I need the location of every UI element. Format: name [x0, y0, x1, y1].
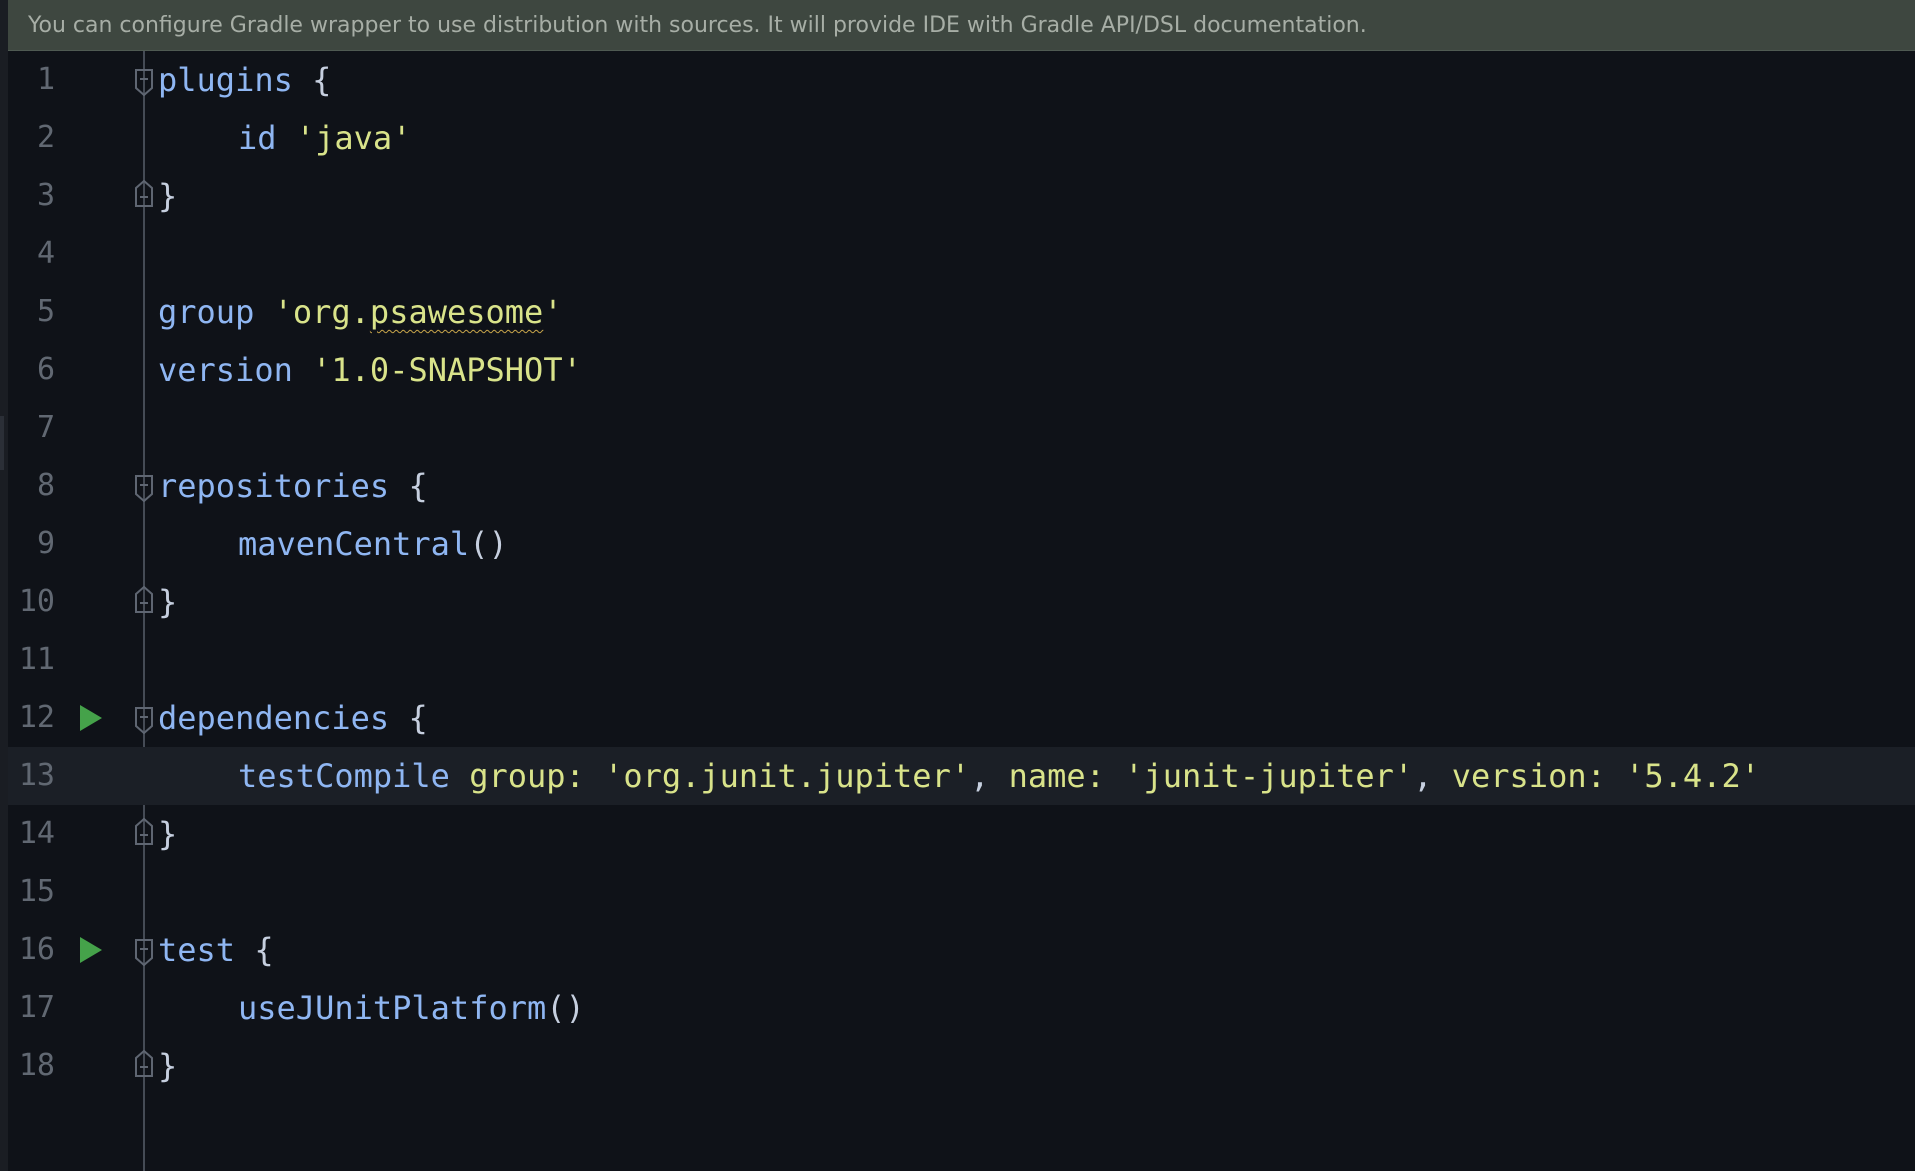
line-number: 15 [18, 874, 55, 909]
code-text: mavenCentral() [238, 525, 508, 563]
line-number: 8 [36, 468, 55, 503]
code-line-13-current[interactable]: 13 testCompile group: 'org.junit.jupiter… [8, 747, 1915, 805]
notification-text: You can configure Gradle wrapper to use … [28, 12, 1367, 38]
code-line-11[interactable]: 11 [8, 631, 1915, 689]
line-number: 2 [36, 120, 55, 155]
line-number: 9 [36, 526, 55, 561]
line-number: 18 [18, 1048, 55, 1083]
fold-end-icon[interactable] [134, 180, 154, 208]
code-line-18[interactable]: 18 } [8, 1037, 1915, 1095]
code-line-3[interactable]: 3 } [8, 167, 1915, 225]
line-number: 17 [18, 990, 55, 1025]
fold-collapse-icon[interactable] [134, 706, 154, 734]
line-number: 10 [18, 584, 55, 619]
code-line-2[interactable]: 2 id 'java' [8, 109, 1915, 167]
fold-end-icon[interactable] [134, 586, 154, 614]
code-text: useJUnitPlatform() [238, 989, 585, 1027]
code-editor[interactable]: 1 plugins { 2 id 'java' 3 } 4 5 group 'o… [8, 51, 1915, 1171]
code-text: } [158, 583, 178, 621]
code-line-16[interactable]: 16 test { [8, 921, 1915, 979]
code-line-15[interactable]: 15 [8, 863, 1915, 921]
left-tool-strip [0, 0, 8, 1171]
line-number: 3 [36, 178, 55, 213]
code-text: testCompile group: 'org.junit.jupiter', … [238, 757, 1760, 795]
gradle-wrapper-notification[interactable]: You can configure Gradle wrapper to use … [8, 0, 1915, 51]
code-line-12[interactable]: 12 dependencies { [8, 689, 1915, 747]
line-number: 5 [36, 294, 55, 329]
line-number: 6 [36, 352, 55, 387]
ide-screen: You can configure Gradle wrapper to use … [0, 0, 1915, 1171]
code-text: id 'java' [238, 119, 412, 157]
line-number: 16 [18, 932, 55, 967]
code-line-17[interactable]: 17 useJUnitPlatform() [8, 979, 1915, 1037]
code-text: } [158, 177, 178, 215]
run-play-icon[interactable] [80, 937, 102, 963]
fold-collapse-icon[interactable] [134, 68, 154, 96]
code-text: group 'org.psawesome' [158, 293, 563, 331]
line-number: 12 [18, 700, 55, 735]
code-text: test { [158, 931, 274, 969]
code-text: dependencies { [158, 699, 428, 737]
code-line-9[interactable]: 9 mavenCentral() [8, 515, 1915, 573]
code-line-7[interactable]: 7 [8, 399, 1915, 457]
fold-end-icon[interactable] [134, 818, 154, 846]
code-line-6[interactable]: 6 version '1.0-SNAPSHOT' [8, 341, 1915, 399]
run-play-icon[interactable] [80, 705, 102, 731]
code-line-10[interactable]: 10 } [8, 573, 1915, 631]
line-number: 1 [36, 62, 55, 97]
code-line-4[interactable]: 4 [8, 225, 1915, 283]
line-number: 4 [36, 236, 55, 271]
line-number: 14 [18, 816, 55, 851]
code-line-8[interactable]: 8 repositories { [8, 457, 1915, 515]
line-number: 13 [18, 758, 55, 793]
code-line-1[interactable]: 1 plugins { [8, 51, 1915, 109]
line-number: 11 [18, 642, 55, 677]
code-text: repositories { [158, 467, 428, 505]
line-number: 7 [36, 410, 55, 445]
fold-collapse-icon[interactable] [134, 474, 154, 502]
spelling-warning[interactable]: psawesome [370, 293, 543, 331]
code-line-5[interactable]: 5 group 'org.psawesome' [8, 283, 1915, 341]
code-text: version '1.0-SNAPSHOT' [158, 351, 582, 389]
code-text: } [158, 1047, 178, 1085]
fold-end-icon[interactable] [134, 1050, 154, 1078]
fold-collapse-icon[interactable] [134, 938, 154, 966]
code-line-14[interactable]: 14 } [8, 805, 1915, 863]
code-text: } [158, 815, 178, 853]
scroll-marker [0, 416, 4, 470]
code-text: plugins { [158, 61, 332, 99]
